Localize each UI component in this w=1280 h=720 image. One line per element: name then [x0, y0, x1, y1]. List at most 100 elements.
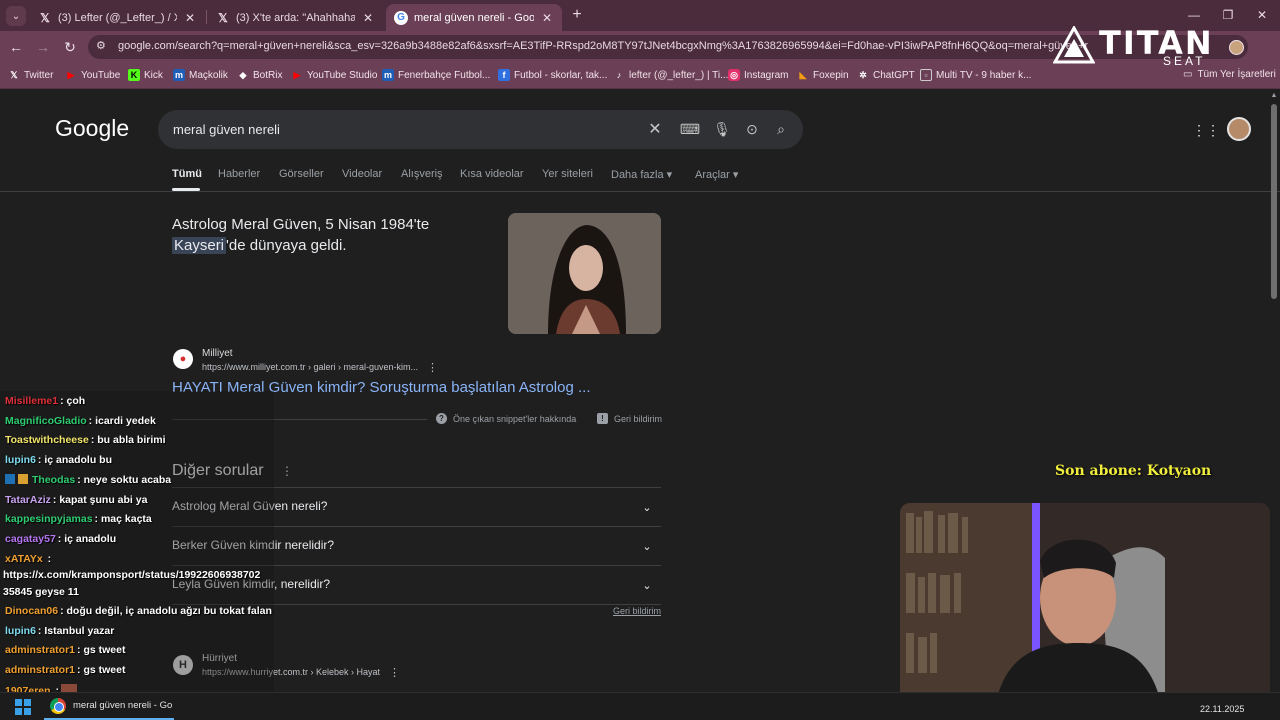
address-url[interactable]: google.com/search?q=meral+güven+nereli&s… — [118, 40, 1088, 52]
featured-snippet-answer: Astrolog Meral Güven, 5 Nisan 1984'te Ka… — [172, 214, 492, 256]
maximize-icon[interactable]: ❐ — [1216, 6, 1240, 24]
tab-images[interactable]: Görseller — [279, 168, 324, 180]
browser-tab-3-active[interactable]: G meral güven nereli - Google'da Ara ✕ — [386, 4, 562, 31]
about-featured-snippets[interactable]: ? Öne çıkan snippet'ler hakkında — [436, 413, 576, 424]
page-scrollbar[interactable]: ▲ ▼ — [1270, 92, 1278, 720]
chat-username: adminstrator1 — [5, 664, 76, 676]
bookmark-mackolik[interactable]: m Maçkolik — [173, 69, 228, 81]
taskbar-date[interactable]: 22.11.2025 — [1200, 704, 1244, 714]
screen: ⌄ 𝕏 (3) Lefter (@_Lefter_) / X ✕ 𝕏 (3) X… — [0, 0, 1280, 720]
titan-mark-icon — [1053, 26, 1095, 64]
chat-message-continued: 35845 geyse 11 — [3, 586, 79, 598]
bookmark-chatgpt[interactable]: ✲ ChatGPT — [857, 69, 914, 81]
account-avatar[interactable] — [1227, 117, 1251, 141]
back-arrow-icon[interactable]: ← — [5, 36, 27, 58]
google-apps-icon[interactable]: ⋮⋮ — [1192, 121, 1220, 139]
more-options-icon[interactable]: ⋮ — [389, 666, 400, 679]
bookmark-twitter[interactable]: 𝕏 Twitter — [8, 69, 53, 81]
paa-feedback-link[interactable]: Geri bildirim — [613, 606, 661, 616]
chevron-down-icon[interactable]: ⌄ — [637, 575, 657, 595]
bookmark-fenerbahce[interactable]: m Fenerbahçe Futbol... — [382, 69, 490, 81]
close-icon[interactable]: ✕ — [361, 11, 375, 25]
bookmark-kick[interactable]: K Kick — [128, 69, 163, 81]
browser-tab-2[interactable]: 𝕏 (3) X'te arda: "Ahahhahahhahhahah ✕ — [208, 4, 383, 31]
chat-username: cagatay57 — [5, 533, 56, 545]
featured-snippet-image[interactable] — [508, 213, 661, 334]
window-close-icon[interactable]: ✕ — [1250, 6, 1274, 24]
new-tab-icon[interactable]: + — [568, 6, 586, 24]
tab-search-button[interactable]: ⌄ — [6, 6, 26, 26]
result-1-source[interactable]: Milliyet — [202, 348, 233, 359]
bookmark-youtube-studio[interactable]: ▶ YouTube Studio — [291, 69, 378, 81]
chevron-down-icon[interactable]: ⌄ — [637, 536, 657, 556]
chat-message: MagnificoGladio: icardi yedek — [5, 415, 156, 427]
search-box[interactable]: meral güven nereli ✕ ⌨ 🎙︎ ⊙ ⌕ — [158, 110, 803, 149]
chatgpt-icon: ✲ — [859, 69, 867, 80]
profile-avatar-icon[interactable] — [1229, 40, 1244, 55]
chat-text: : bu abla birimi — [90, 434, 166, 446]
titan-sub: SEAT — [1163, 54, 1206, 68]
minimize-icon[interactable]: — — [1182, 6, 1206, 24]
chat-text: : iç anadolu bu — [37, 454, 113, 466]
scroll-up-icon[interactable]: ▲ — [1270, 92, 1278, 99]
result-1-url[interactable]: https://www.milliyet.com.tr › galeri › m… — [202, 362, 418, 372]
last-subscriber-banner: Son abone: Kotyaon — [1055, 463, 1212, 479]
chrome-icon[interactable] — [50, 698, 66, 714]
forward-arrow-icon[interactable]: → — [32, 36, 54, 58]
google-lens-icon[interactable]: ⊙ — [743, 120, 761, 138]
scrollbar-thumb[interactable] — [1271, 104, 1277, 299]
bookmark-tiktok[interactable]: ♪ lefter (@_lefter_) | Ti... — [613, 69, 729, 81]
snippet-feedback[interactable]: ! Geri bildirim — [597, 413, 662, 424]
keyboard-icon[interactable]: ⌨ — [680, 120, 700, 138]
close-icon[interactable]: ✕ — [183, 11, 197, 25]
tab-news[interactable]: Haberler — [218, 168, 260, 180]
bookmark-flashscore[interactable]: f Futbol - skorlar, tak... — [498, 69, 607, 81]
help-icon: ? — [436, 413, 447, 424]
search-icon[interactable]: ⌕ — [772, 120, 790, 138]
chat-username: Theodas — [32, 474, 76, 486]
tab-places[interactable]: Yer siteleri — [542, 168, 593, 180]
mackolik-icon: m — [173, 69, 185, 81]
chat-message: kappesinpyjamas: maç kaçta — [5, 513, 152, 525]
microphone-icon[interactable]: 🎙︎ — [713, 120, 731, 138]
chevron-down-icon[interactable]: ⌄ — [637, 497, 657, 517]
chat-username: adminstrator1 — [5, 644, 76, 656]
bookmark-label: lefter (@_lefter_) | Ti... — [629, 69, 729, 81]
chat-text: : gs tweet — [77, 664, 126, 676]
paa-options-icon[interactable]: ⋮ — [281, 464, 293, 478]
google-logo[interactable]: Google — [55, 115, 129, 142]
portrait-image — [508, 213, 661, 334]
tab-more[interactable]: Daha fazla ▾ — [611, 168, 672, 181]
tab-tools[interactable]: Araçlar ▾ — [695, 168, 738, 181]
tab-videos[interactable]: Videolar — [342, 168, 382, 180]
folder-icon: ▭ — [1183, 69, 1193, 80]
chat-text: : Istanbul yazar — [37, 625, 115, 637]
all-bookmarks[interactable]: ▭ Tüm Yer İşaretleri — [1183, 69, 1276, 80]
subscriber-badge-icon — [5, 474, 15, 484]
search-input[interactable]: meral güven nereli — [173, 122, 280, 137]
clear-icon[interactable]: ✕ — [646, 120, 664, 138]
more-options-icon[interactable]: ⋮ — [427, 361, 438, 374]
chat-username: xATAYx — [5, 553, 43, 565]
close-icon[interactable]: ✕ — [540, 11, 554, 25]
tab-all[interactable]: Tümü — [172, 168, 202, 180]
bookmark-botrix[interactable]: ◆ BotRix — [237, 69, 283, 81]
reload-icon[interactable]: ↻ — [59, 36, 81, 58]
chat-text: : — [44, 553, 52, 565]
site-info-icon[interactable]: ⚙ — [96, 39, 106, 52]
chat-username: lupin6 — [5, 625, 36, 637]
tab-short-videos[interactable]: Kısa videolar — [460, 168, 524, 180]
tab-title: (3) X'te arda: "Ahahhahahhahhahah — [236, 11, 355, 24]
bookmark-foxepin[interactable]: ◣ Foxepin — [797, 69, 849, 81]
bookmark-multitv[interactable]: ▫ Multi TV - 9 haber k... — [920, 69, 1031, 81]
bookmark-youtube[interactable]: ▶ YouTube — [65, 69, 121, 81]
windows-start-icon[interactable] — [15, 699, 31, 715]
tiktok-icon: ♪ — [616, 70, 622, 80]
chat-message: lupin6: Istanbul yazar — [5, 625, 114, 637]
chat-message: Misilleme1: çoh — [5, 395, 85, 407]
bookmark-instagram[interactable]: ◎ Instagram — [728, 69, 788, 81]
browser-tab-1[interactable]: 𝕏 (3) Lefter (@_Lefter_) / X ✕ — [30, 4, 205, 31]
tab-shopping[interactable]: Alışveriş — [401, 168, 443, 180]
taskbar-chrome-window[interactable]: meral güven nereli - Go — [73, 700, 172, 711]
chat-text: : icardi yedek — [88, 415, 156, 427]
